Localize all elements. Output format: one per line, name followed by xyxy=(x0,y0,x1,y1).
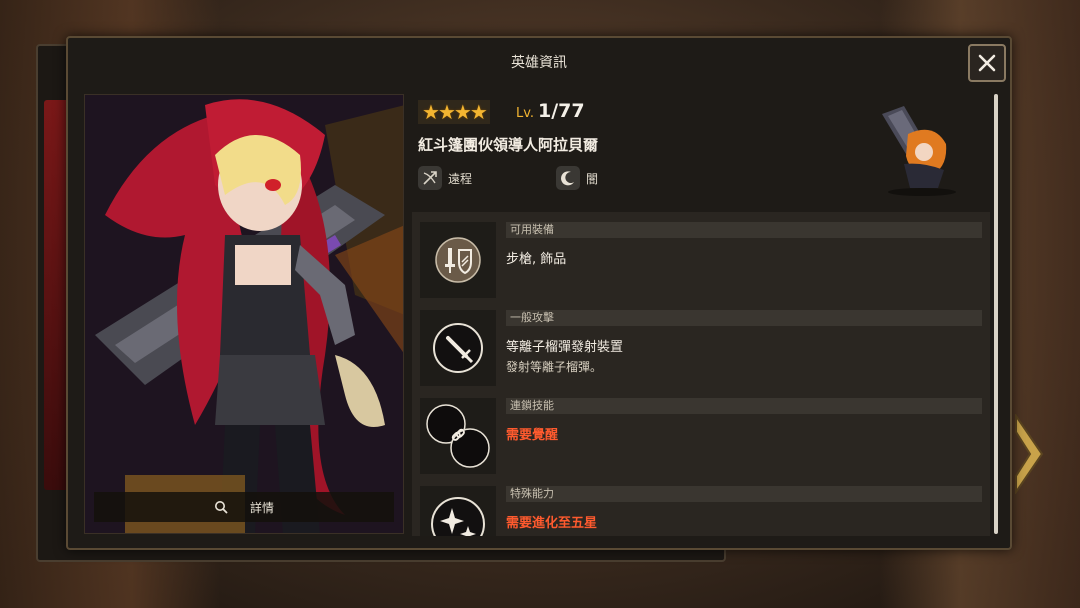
sword-shield-icon xyxy=(435,237,481,283)
ranged-bow-icon xyxy=(418,166,442,190)
level-prefix: Lv. xyxy=(516,106,535,121)
close-button[interactable] xyxy=(968,44,1006,82)
attack-type: 遠程 xyxy=(418,166,472,190)
skill-main-text: 等離子榴彈發射裝置 xyxy=(506,340,624,355)
close-icon xyxy=(978,54,996,72)
next-hero-arrow-icon[interactable] xyxy=(1012,414,1046,494)
details-button[interactable]: 詳情 xyxy=(94,492,394,522)
skill-icon-frame xyxy=(420,486,496,536)
skill-requirement-warning: 需要覺醒 xyxy=(506,428,559,443)
element-label: 闇 xyxy=(586,171,599,186)
skill-list[interactable]: 可用裝備 步槍, 飾品 一般攻擊 等離子榴彈發射裝置 發射等離子榴彈。 連鎖技能 xyxy=(412,212,990,536)
skill-main-text: 步槍, 飾品 xyxy=(506,252,567,267)
search-icon xyxy=(214,501,228,514)
hero-illustration xyxy=(85,95,403,533)
star-icon: ★ xyxy=(469,100,488,124)
chain-link-icon xyxy=(426,404,490,468)
hero-name: 紅斗篷團伙領導人阿拉貝爾 xyxy=(418,136,599,154)
hero-sprite xyxy=(882,106,956,196)
skill-icon-frame xyxy=(420,310,496,386)
panel-title: 英雄資訊 xyxy=(511,55,567,71)
skill-requirement-warning: 需要進化至五星 xyxy=(506,516,598,531)
skill-header: 特殊能力 xyxy=(506,486,982,502)
hero-portrait xyxy=(84,94,404,534)
skill-header: 連鎖技能 xyxy=(506,398,982,414)
skill-header: 可用裝備 xyxy=(506,222,982,238)
skill-icon-frame xyxy=(420,398,496,474)
details-label: 詳情 xyxy=(249,500,274,515)
scrollbar[interactable] xyxy=(994,94,998,534)
skill-header: 一般攻擊 xyxy=(506,310,982,326)
sword-icon xyxy=(433,323,483,373)
star-rating: ★ ★ ★ ★ xyxy=(418,100,490,124)
skill-description: 發射等離子榴彈。 xyxy=(506,360,603,374)
dark-moon-icon xyxy=(556,166,580,190)
element-type: 闇 xyxy=(556,166,598,190)
level-value: 1/77 xyxy=(538,100,585,122)
attack-type-label: 遠程 xyxy=(448,171,473,186)
skill-icon-frame xyxy=(420,222,496,298)
sparkle-icon xyxy=(431,497,485,536)
